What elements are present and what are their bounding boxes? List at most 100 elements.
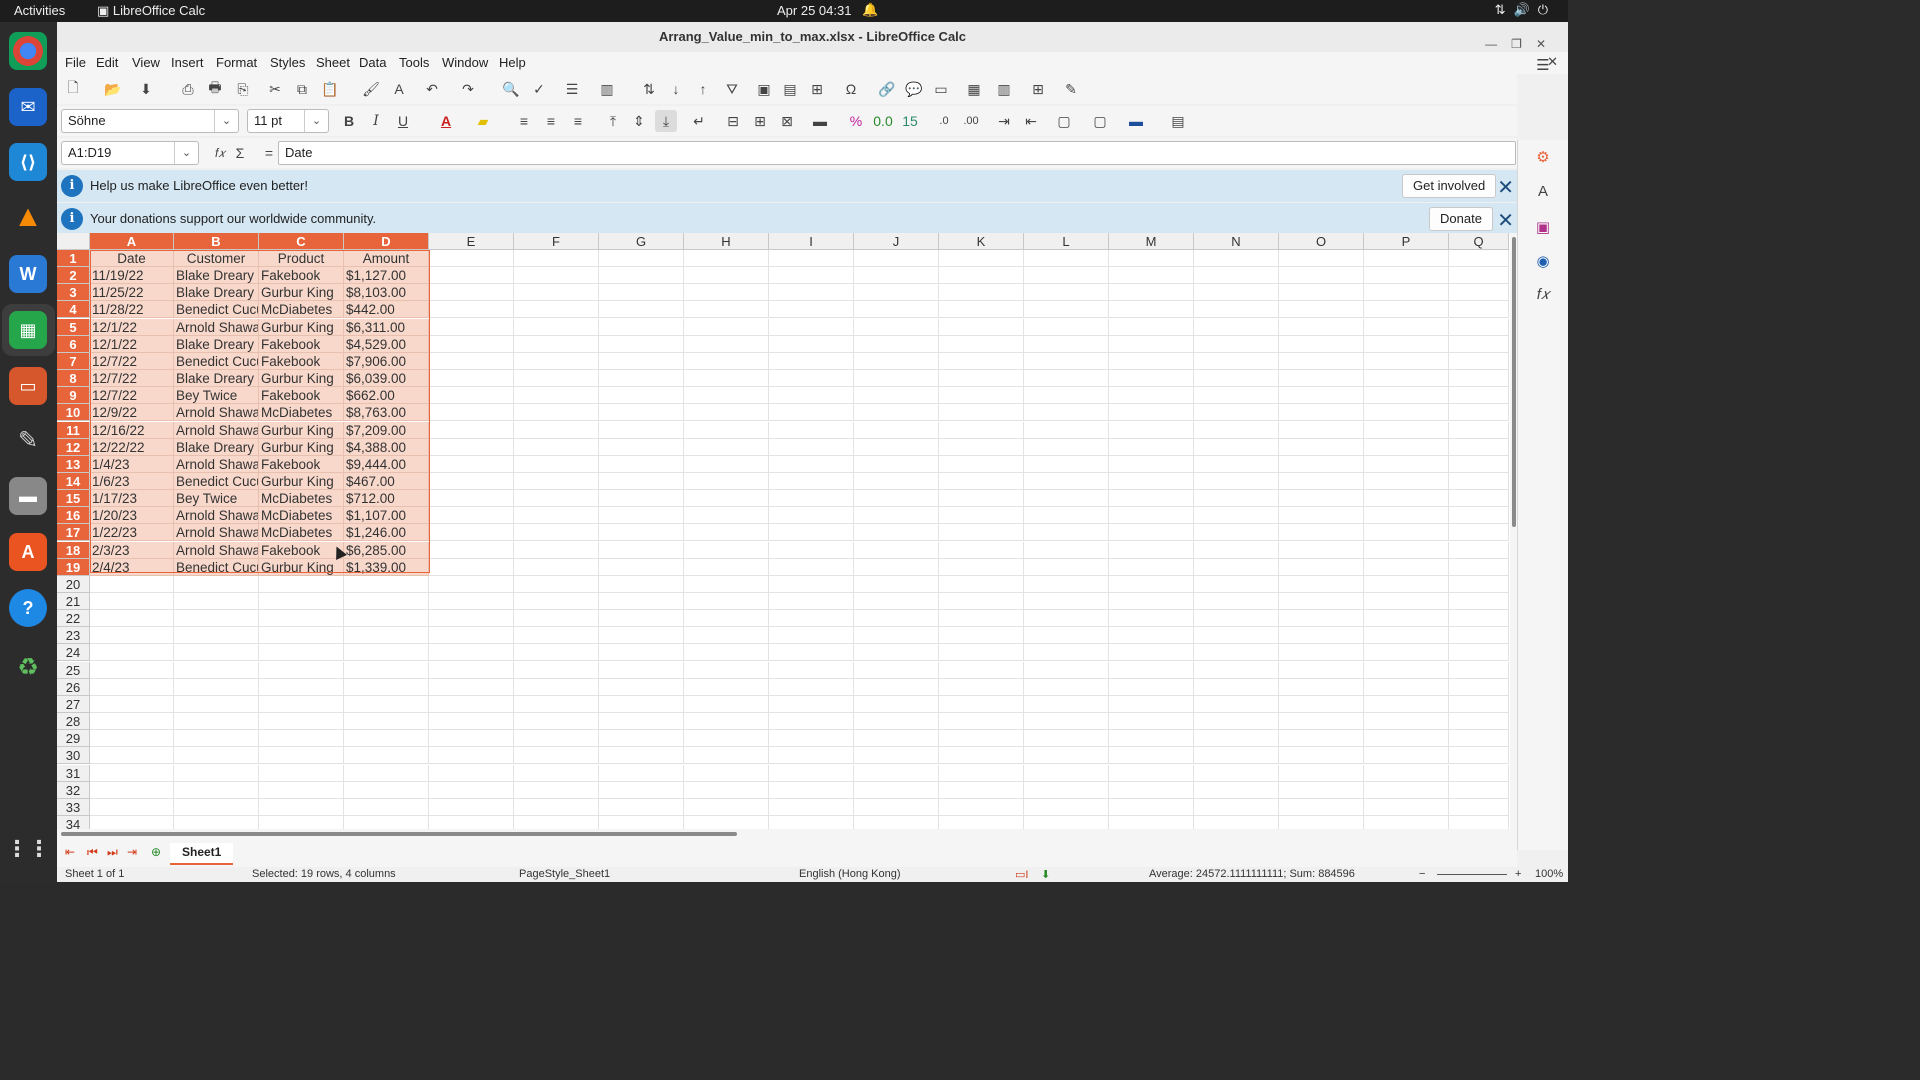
- cell[interactable]: [1449, 575, 1509, 593]
- cell[interactable]: [939, 524, 1024, 542]
- cell[interactable]: [1109, 301, 1194, 319]
- cell[interactable]: Fakebook: [259, 352, 344, 370]
- cell[interactable]: [684, 661, 769, 679]
- cell[interactable]: [854, 404, 939, 422]
- cell[interactable]: $6,311.00: [344, 318, 429, 336]
- cell[interactable]: [769, 644, 854, 662]
- vertical-scrollbar[interactable]: [1510, 233, 1517, 829]
- cell[interactable]: [684, 318, 769, 336]
- cell[interactable]: [429, 438, 514, 456]
- cell[interactable]: [684, 610, 769, 628]
- cell[interactable]: [1194, 781, 1279, 799]
- status-sheet[interactable]: Sheet 1 of 1: [65, 868, 124, 880]
- cell[interactable]: [1449, 318, 1509, 336]
- cell[interactable]: [90, 644, 174, 662]
- row-header-18[interactable]: 18: [57, 541, 90, 559]
- cell[interactable]: [1024, 472, 1109, 490]
- cell[interactable]: [514, 318, 599, 336]
- split-window-icon[interactable]: ⊞: [1027, 78, 1049, 100]
- cell[interactable]: [1109, 815, 1194, 829]
- cell[interactable]: [769, 610, 854, 628]
- menu-styles[interactable]: Styles: [270, 55, 305, 70]
- cell[interactable]: [429, 524, 514, 542]
- conditional-format-icon[interactable]: ▤: [1167, 110, 1189, 132]
- cell[interactable]: [769, 524, 854, 542]
- cell[interactable]: [1449, 524, 1509, 542]
- cell[interactable]: McDiabetes: [259, 404, 344, 422]
- cell[interactable]: [1449, 541, 1509, 559]
- cell[interactable]: [1109, 490, 1194, 508]
- cell[interactable]: [769, 472, 854, 490]
- cell[interactable]: 12/7/22: [90, 370, 174, 388]
- bold-icon[interactable]: B: [338, 110, 360, 132]
- cell[interactable]: [259, 815, 344, 829]
- chrome-icon[interactable]: [9, 32, 47, 70]
- cell[interactable]: 11/25/22: [90, 284, 174, 302]
- cell[interactable]: [1279, 575, 1364, 593]
- cell[interactable]: [1449, 352, 1509, 370]
- cell[interactable]: 2/3/23: [90, 541, 174, 559]
- cell[interactable]: [1194, 267, 1279, 285]
- cell[interactable]: [90, 815, 174, 829]
- cell[interactable]: $662.00: [344, 387, 429, 405]
- cell[interactable]: [769, 421, 854, 439]
- cell[interactable]: [1024, 284, 1109, 302]
- cell[interactable]: [90, 593, 174, 610]
- cell[interactable]: [1364, 455, 1449, 473]
- cell[interactable]: Arnold Shawarma: [174, 524, 259, 542]
- cell[interactable]: [514, 301, 599, 319]
- cell[interactable]: [1364, 815, 1449, 829]
- cell[interactable]: [1194, 678, 1279, 696]
- row-header-4[interactable]: 4: [57, 301, 90, 319]
- cell[interactable]: [1109, 267, 1194, 285]
- cell[interactable]: [769, 695, 854, 713]
- merge-center-icon[interactable]: ⊟: [722, 110, 744, 132]
- cell[interactable]: [429, 558, 514, 576]
- cell[interactable]: [1279, 713, 1364, 731]
- cell[interactable]: [90, 764, 174, 782]
- cell[interactable]: [174, 593, 259, 610]
- cell[interactable]: [514, 250, 599, 267]
- cell[interactable]: $9,444.00: [344, 455, 429, 473]
- cell[interactable]: [1364, 610, 1449, 628]
- cell[interactable]: [1364, 661, 1449, 679]
- cell[interactable]: [1279, 438, 1364, 456]
- bell-icon[interactable]: 🔔: [862, 2, 878, 18]
- cell[interactable]: [684, 507, 769, 525]
- cell[interactable]: [1194, 524, 1279, 542]
- cell[interactable]: $1,127.00: [344, 267, 429, 285]
- column-header-e[interactable]: E: [429, 233, 514, 250]
- cell[interactable]: [684, 267, 769, 285]
- row-header-17[interactable]: 17: [57, 524, 90, 542]
- zoom-level[interactable]: 100%: [1535, 868, 1563, 880]
- cell[interactable]: [174, 764, 259, 782]
- cell[interactable]: [174, 781, 259, 799]
- cell[interactable]: [854, 335, 939, 353]
- align-center-icon[interactable]: ≡: [540, 110, 562, 132]
- cell[interactable]: [1364, 541, 1449, 559]
- cell[interactable]: Benedict Cucumber: [174, 301, 259, 319]
- maximize-icon[interactable]: ❐: [1511, 37, 1536, 51]
- cell[interactable]: 1/22/23: [90, 524, 174, 542]
- activities-button[interactable]: Activities: [14, 3, 65, 18]
- cell[interactable]: [854, 472, 939, 490]
- cell[interactable]: [1449, 507, 1509, 525]
- undo-icon[interactable]: ↶: [421, 78, 443, 100]
- cell[interactable]: [1449, 284, 1509, 302]
- cell[interactable]: [259, 747, 344, 765]
- cell[interactable]: [599, 575, 684, 593]
- row-header-26[interactable]: 26: [57, 678, 90, 696]
- cell[interactable]: [599, 335, 684, 353]
- cell[interactable]: [1194, 558, 1279, 576]
- cell[interactable]: [1449, 301, 1509, 319]
- decrease-indent-icon[interactable]: ⇤: [1020, 110, 1042, 132]
- get-involved-button[interactable]: Get involved: [1402, 174, 1497, 198]
- cell[interactable]: [599, 781, 684, 799]
- cell[interactable]: [1279, 524, 1364, 542]
- cell[interactable]: [1364, 387, 1449, 405]
- cell[interactable]: [1279, 507, 1364, 525]
- cell[interactable]: [1449, 644, 1509, 662]
- export-pdf-icon[interactable]: ⎙: [177, 78, 199, 100]
- files-icon[interactable]: ▬: [9, 477, 47, 515]
- cell[interactable]: [684, 747, 769, 765]
